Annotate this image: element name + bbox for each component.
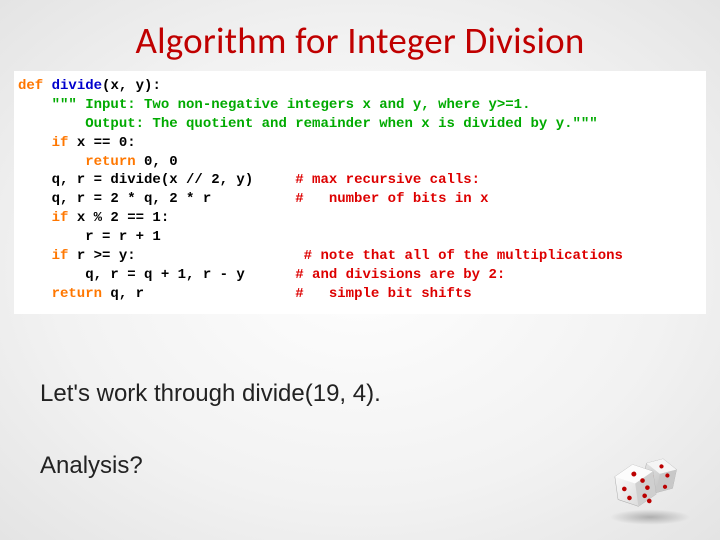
code-text: q, r <box>102 286 144 302</box>
kw-if: if <box>18 248 68 264</box>
code-text: r >= y: <box>68 248 135 264</box>
code-text: q, r = 2 * q, 2 * r <box>18 191 211 207</box>
kw-return: return <box>18 154 136 170</box>
code-text: x == 0: <box>68 135 135 151</box>
comment: # number of bits in x <box>211 191 488 207</box>
kw-if: if <box>18 135 68 151</box>
code-text: 0, 0 <box>136 154 178 170</box>
kw-if: if <box>18 210 68 226</box>
code-text: r = r + 1 <box>18 229 161 245</box>
code-text: q, r = q + 1, r - y <box>18 267 245 283</box>
code-text: x % 2 == 1: <box>68 210 169 226</box>
docstring-1: """ Input: Two non-negative integers x a… <box>18 97 530 113</box>
body-line-1: Let's work through divide(19, 4). <box>40 376 706 412</box>
comment: # and divisions are by 2: <box>245 267 505 283</box>
slide: Algorithm for Integer Division def divid… <box>0 0 720 540</box>
code-text: (x, y): <box>102 78 161 94</box>
code-block: def divide(x, y): """ Input: Two non-neg… <box>14 71 706 314</box>
dice-icon <box>602 448 698 526</box>
comment: # note that all of the multiplications <box>136 248 623 264</box>
kw-def: def <box>18 78 43 94</box>
comment: # simple bit shifts <box>144 286 472 302</box>
comment: # max recursive calls: <box>253 172 480 188</box>
docstring-2: Output: The quotient and remainder when … <box>18 116 598 132</box>
fn-name: divide <box>52 78 102 94</box>
code-text: q, r = divide(x // 2, y) <box>18 172 253 188</box>
kw-return: return <box>18 286 102 302</box>
slide-title: Algorithm for Integer Division <box>14 18 706 63</box>
